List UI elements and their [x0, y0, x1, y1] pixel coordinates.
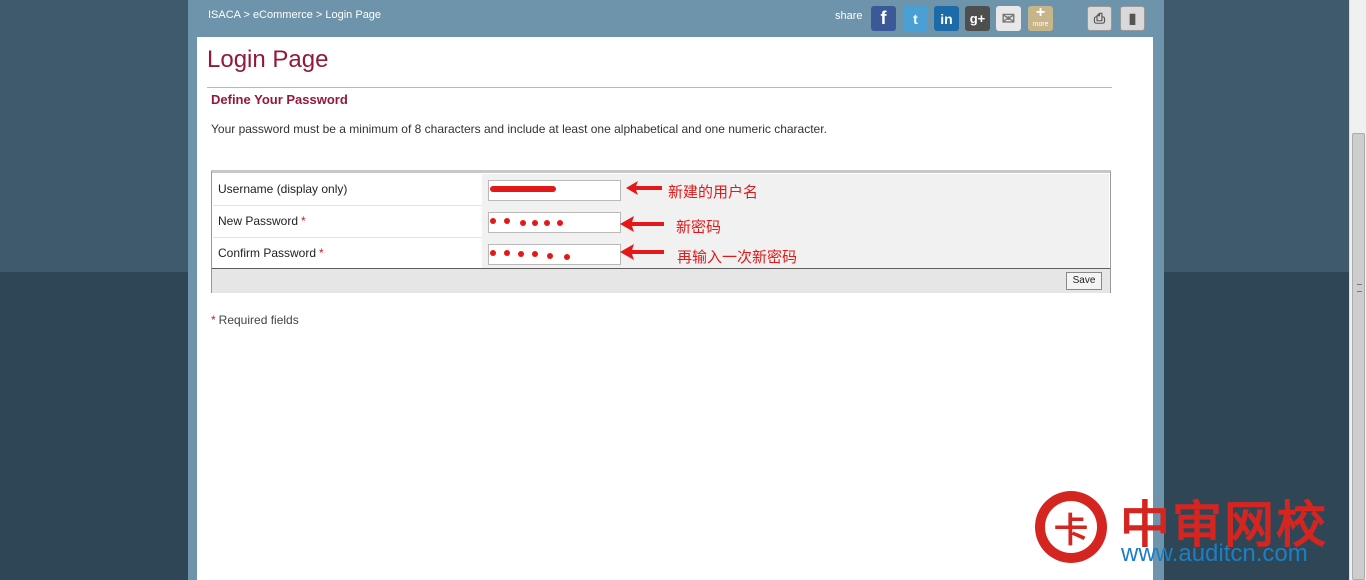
confirm-dot: [518, 251, 524, 257]
arrow-new-password-icon: [620, 216, 664, 232]
form-footer: Save: [212, 268, 1110, 293]
confirm-dot: [504, 250, 510, 256]
username-label-text: Username (display only): [218, 182, 348, 196]
vertical-scrollbar[interactable]: [1349, 0, 1366, 580]
title-divider: [207, 87, 1112, 88]
password-dot: [544, 220, 550, 226]
bookmark-icon[interactable]: ▮: [1120, 6, 1145, 31]
confirm-dot: [547, 253, 553, 259]
password-dot: [557, 220, 563, 226]
required-mark: *: [319, 246, 324, 260]
print-icon[interactable]: ⎙: [1087, 6, 1112, 31]
password-dot: [504, 218, 510, 224]
required-mark: *: [211, 313, 216, 327]
password-dot: [532, 220, 538, 226]
scrollbar-grip-icon: [1357, 284, 1362, 292]
required-fields-text: Required fields: [218, 313, 299, 327]
password-dot: [490, 218, 496, 224]
required-mark: *: [301, 214, 306, 228]
twitter-icon[interactable]: t: [903, 6, 928, 31]
confirm-dot: [490, 250, 496, 256]
confirm-password-label-text: Confirm Password: [218, 246, 317, 260]
scrollbar-thumb[interactable]: [1352, 133, 1365, 580]
new-password-label-text: New Password: [218, 214, 299, 228]
logo-mark: 卡: [1045, 501, 1097, 553]
annotation-username: 新建的用户名: [668, 183, 759, 201]
share-label: share: [835, 10, 863, 22]
watermark-url: www.auditcn.com: [1121, 540, 1308, 567]
confirm-dot: [532, 251, 538, 257]
google-plus-icon[interactable]: g+: [965, 6, 990, 31]
more-icon[interactable]: + more: [1028, 4, 1053, 31]
auditcn-logo-icon: 卡: [1035, 491, 1107, 563]
more-label: more: [1032, 20, 1049, 28]
confirm-dot: [564, 254, 570, 260]
confirm-password-label: Confirm Password *: [218, 246, 324, 260]
password-dot: [520, 220, 526, 226]
new-password-label: New Password *: [218, 214, 306, 228]
annotation-confirm-password: 再输入一次新密码: [677, 248, 798, 266]
required-fields-note: * Required fields: [211, 313, 299, 327]
password-instructions: Your password must be a minimum of 8 cha…: [211, 122, 827, 136]
linkedin-icon[interactable]: in: [934, 6, 959, 31]
content-area: [197, 37, 1153, 580]
username-redaction: [490, 186, 556, 192]
username-label: Username (display only): [218, 182, 347, 196]
facebook-icon[interactable]: f: [871, 6, 896, 31]
section-title: Define Your Password: [211, 92, 348, 107]
arrow-username-icon: [626, 181, 662, 195]
page-title: Login Page: [207, 46, 329, 73]
annotation-new-password: 新密码: [676, 218, 722, 236]
email-icon[interactable]: ✉: [996, 6, 1021, 31]
arrow-confirm-password-icon: [620, 244, 664, 260]
breadcrumb[interactable]: ISACA > eCommerce > Login Page: [208, 9, 381, 21]
save-button[interactable]: Save: [1066, 272, 1102, 290]
